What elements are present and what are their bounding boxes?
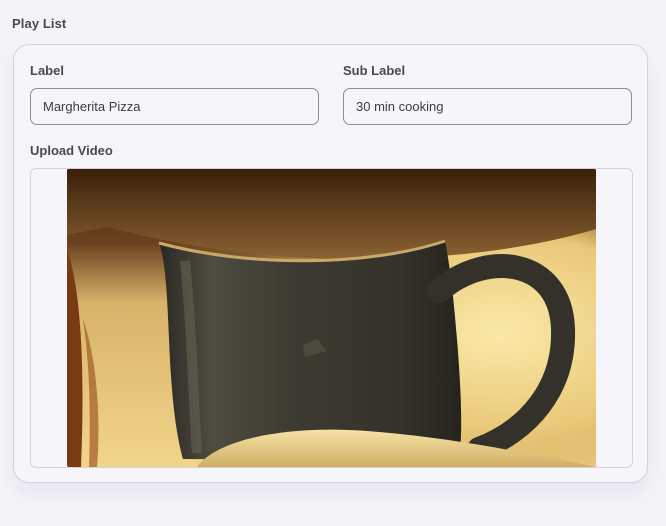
upload-video-dropzone[interactable] bbox=[30, 168, 633, 468]
playlist-page: Play List Label Sub Label Upload Video bbox=[0, 0, 666, 526]
sub-label-field-label: Sub Label bbox=[343, 63, 406, 78]
video-preview[interactable] bbox=[67, 169, 596, 467]
label-field-label: Label bbox=[30, 63, 64, 78]
upload-video-label: Upload Video bbox=[30, 143, 113, 158]
playlist-card: Label Sub Label Upload Video bbox=[13, 44, 648, 483]
video-thumbnail-image bbox=[67, 169, 596, 467]
sub-label-input[interactable] bbox=[343, 88, 632, 125]
section-title: Play List bbox=[12, 16, 67, 31]
label-input[interactable] bbox=[30, 88, 319, 125]
